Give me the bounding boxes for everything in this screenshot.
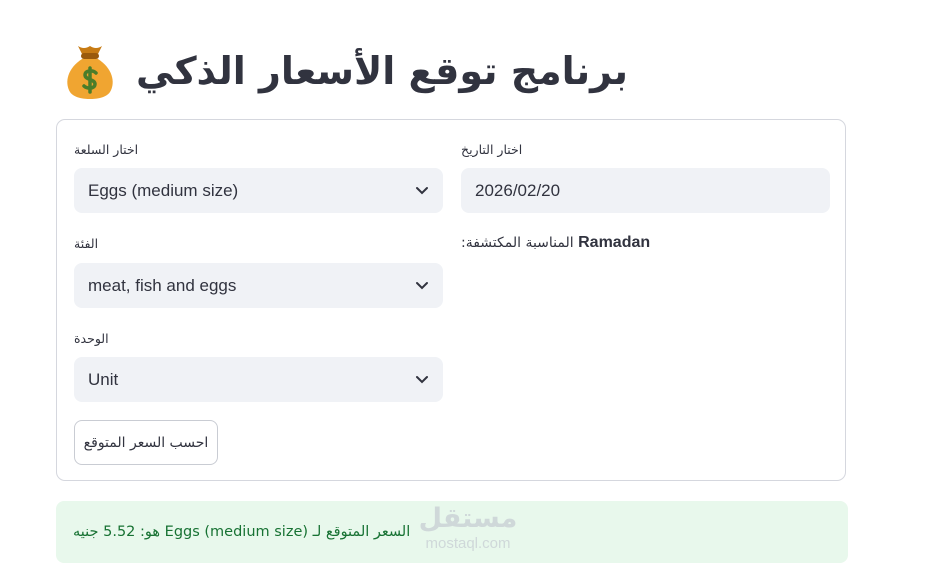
page-header: برنامج توقع الأسعار الذكي	[64, 38, 628, 104]
date-input[interactable]: 2026/02/20	[461, 168, 830, 213]
date-label: اختار التاريخ	[461, 142, 523, 157]
commodity-select[interactable]: Eggs (medium size)	[74, 168, 443, 213]
chevron-down-icon	[416, 282, 428, 290]
unit-label: الوحدة	[74, 331, 109, 346]
chevron-down-icon	[416, 376, 428, 384]
page-title: برنامج توقع الأسعار الذكي	[136, 49, 629, 93]
detected-occasion: المناسبة المكتشفة: Ramadan	[461, 234, 650, 252]
category-select[interactable]: meat, fish and eggs	[74, 263, 443, 308]
prediction-result: السعر المتوقع لـ Eggs (medium size) هو: …	[56, 501, 848, 563]
date-input-value: 2026/02/20	[475, 180, 561, 200]
calculate-price-button[interactable]: احسب السعر المتوقع	[74, 420, 218, 465]
money-bag-icon	[67, 46, 113, 99]
commodity-select-value: Eggs (medium size)	[88, 180, 239, 200]
category-label: الفئة	[74, 236, 99, 251]
unit-select[interactable]: Unit	[74, 357, 443, 402]
commodity-label: اختار السلعة	[74, 142, 139, 157]
chevron-down-icon	[416, 187, 428, 195]
unit-select-value: Unit	[88, 369, 119, 389]
occasion-label: المناسبة المكتشفة:	[461, 235, 574, 251]
occasion-value: Ramadan	[578, 234, 651, 251]
result-text: السعر المتوقع لـ Eggs (medium size) هو: …	[73, 524, 411, 540]
prediction-form: اختار السلعة Eggs (medium size) اختار ال…	[56, 119, 846, 481]
category-select-value: meat, fish and eggs	[88, 275, 237, 295]
